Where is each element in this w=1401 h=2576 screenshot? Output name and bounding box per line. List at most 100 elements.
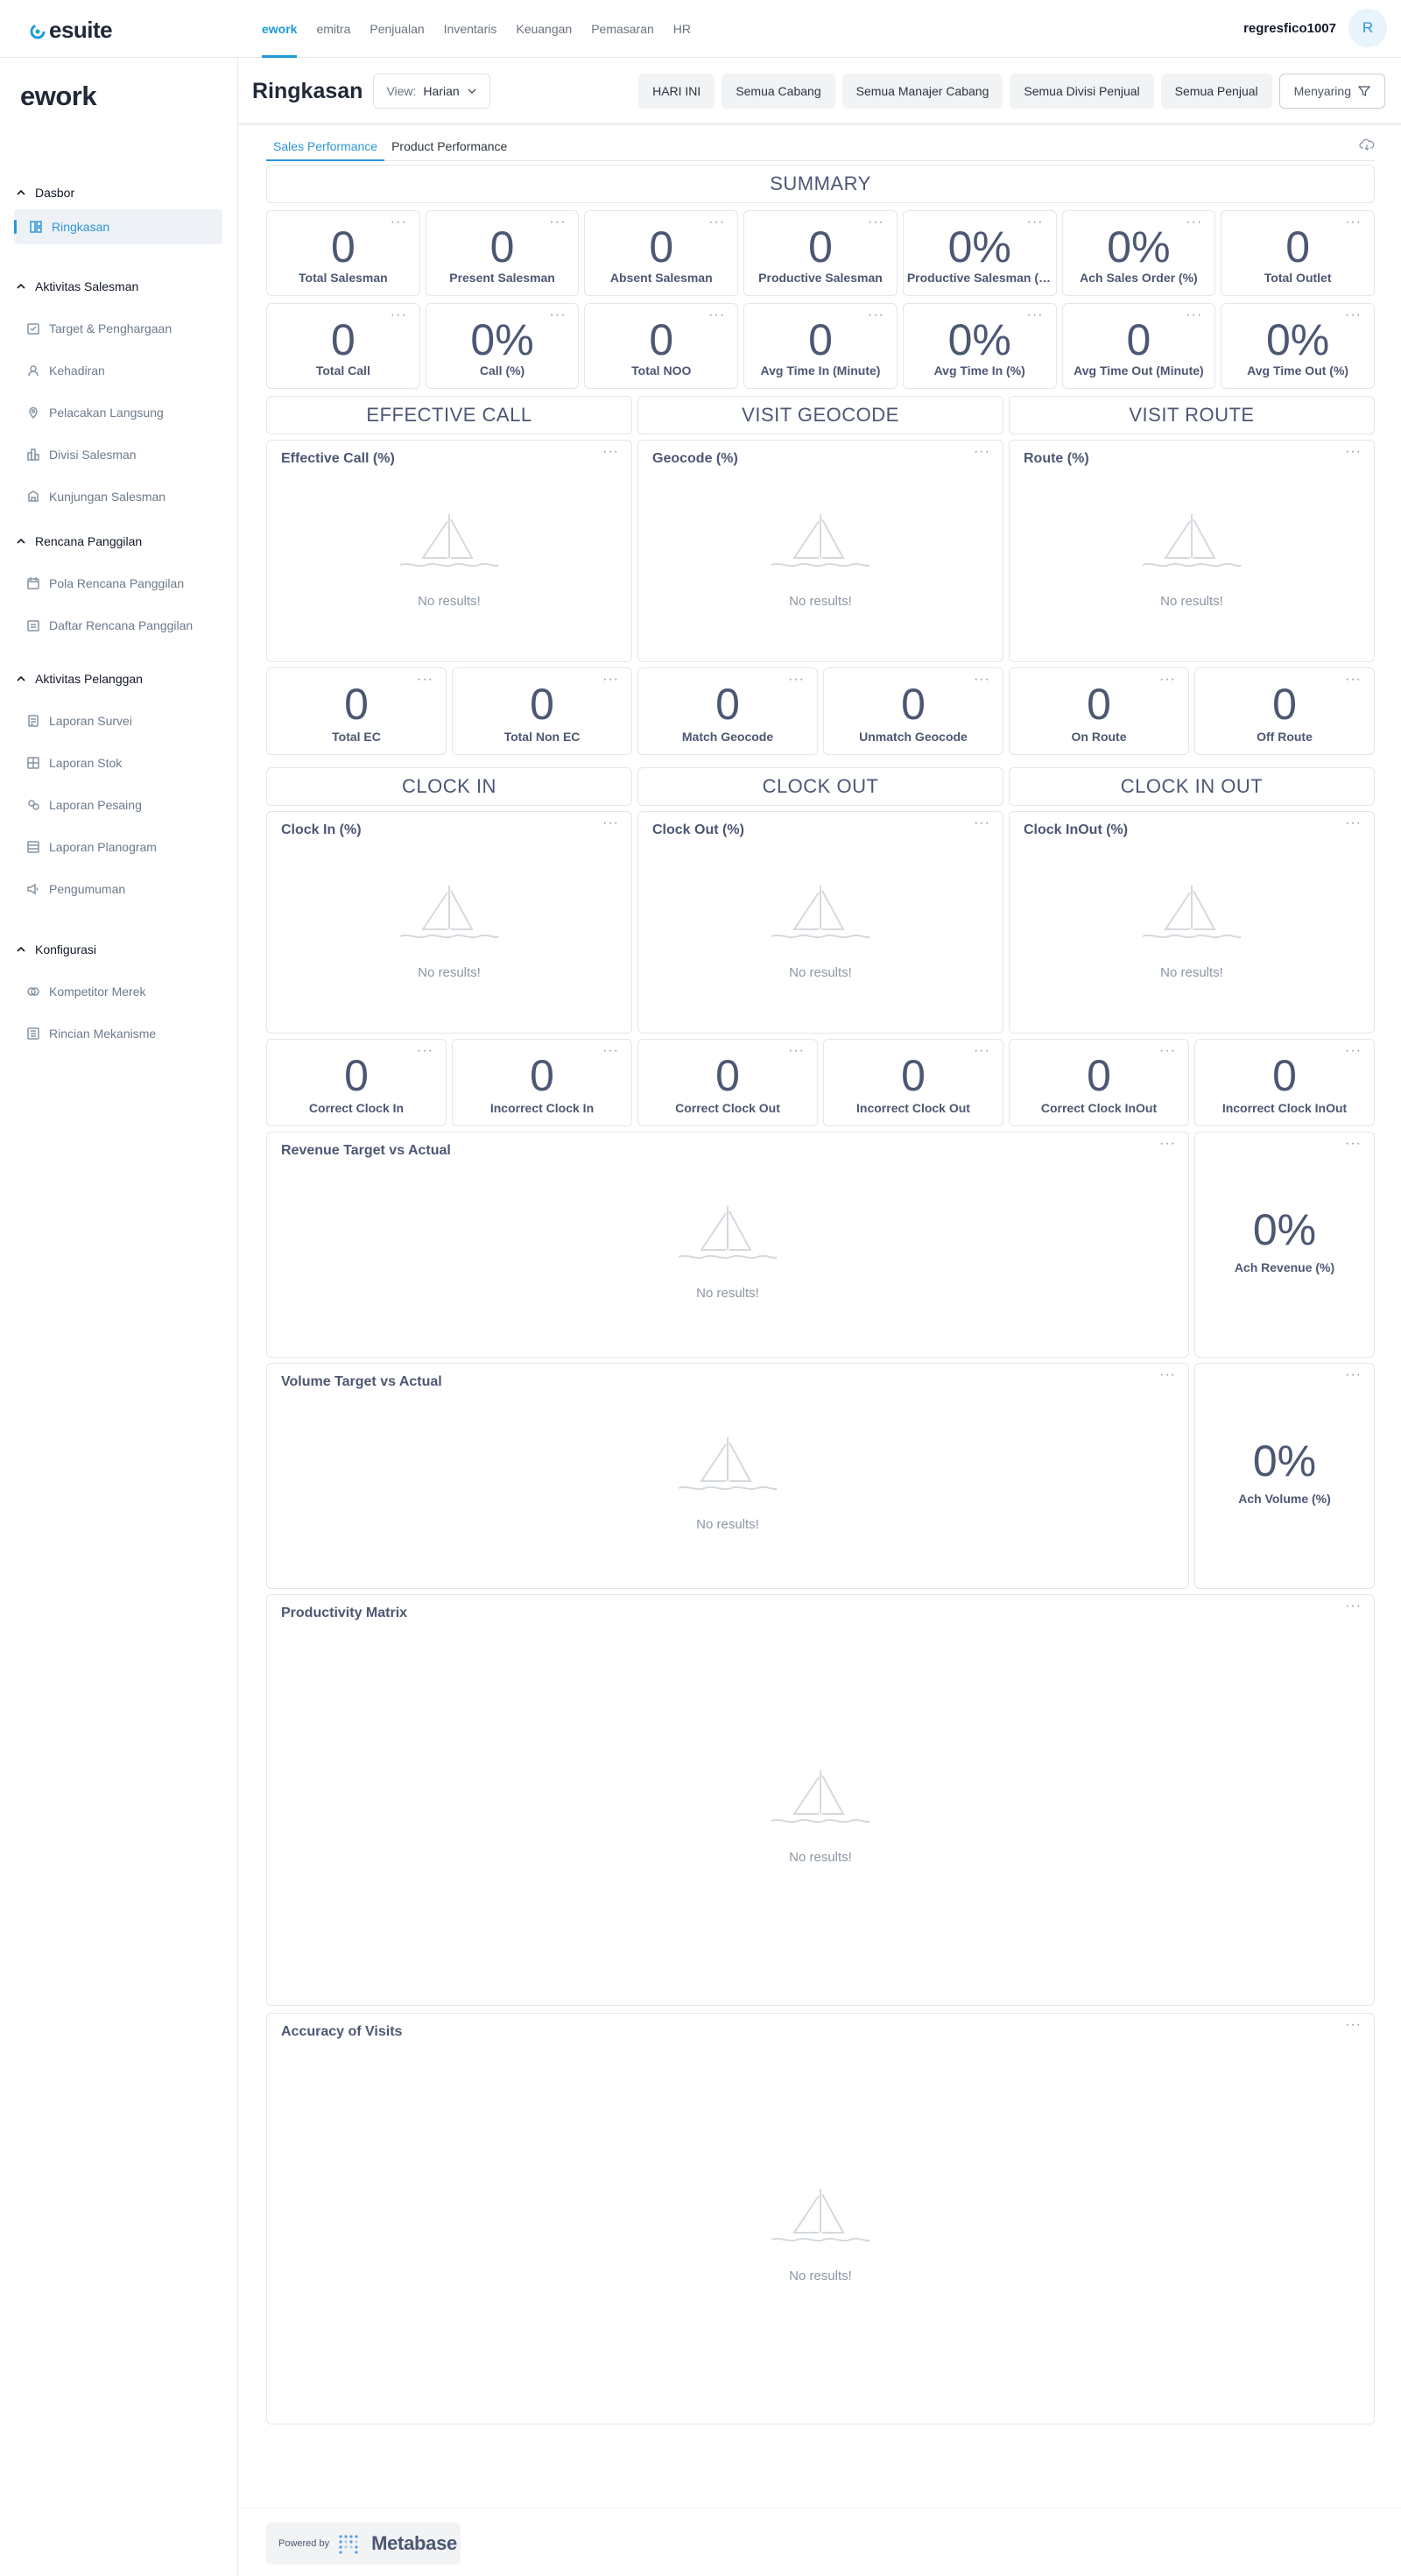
- topnav-item-keuangan[interactable]: Keuangan: [506, 0, 581, 58]
- sailboat-icon: [1142, 514, 1242, 568]
- filter-semua-divisi-penjual[interactable]: Semua Divisi Penjual: [1010, 74, 1154, 109]
- more-options-icon[interactable]: ···: [1159, 1367, 1176, 1383]
- topnav-item-penjualan[interactable]: Penjualan: [360, 0, 433, 58]
- sidebar-item-daftar-rencana-panggilan[interactable]: Daftar Rencana Panggilan: [26, 618, 193, 632]
- sidebar-item-kunjungan-salesman[interactable]: Kunjungan Salesman: [26, 490, 165, 504]
- tab-product-performance[interactable]: Product Performance: [384, 131, 514, 160]
- stat-on-route[interactable]: ··· 0 On Route: [1009, 667, 1189, 755]
- sidebar-item-laporan-planogram[interactable]: Laporan Planogram: [26, 840, 157, 854]
- chart-productivity-matrix[interactable]: ··· Productivity Matrix No results!: [266, 1594, 1375, 2006]
- stat-total-call[interactable]: ··· 0 Total Call: [266, 303, 420, 389]
- view-label: View:: [386, 84, 417, 98]
- sidebar-item-target-penghargaan[interactable]: Target & Penghargaan: [26, 321, 172, 335]
- sidebar-item-rincian-mekanisme[interactable]: Rincian Mekanisme: [26, 1027, 156, 1041]
- chart-clock-inout[interactable]: ··· Clock InOut (%) No results!: [1009, 811, 1375, 1034]
- esuite-logo[interactable]: esuite: [29, 17, 113, 44]
- stat-ach-volume[interactable]: ··· 0% Ach Volume (%): [1194, 1363, 1375, 1589]
- filter-button[interactable]: Menyaring: [1278, 74, 1385, 109]
- stat-incorrect-clock-in[interactable]: ··· 0 Incorrect Clock In: [452, 1039, 632, 1126]
- sidebar-item-kehadiran[interactable]: Kehadiran: [26, 363, 105, 378]
- topnav-item-pemasaran[interactable]: Pemasaran: [581, 0, 664, 58]
- stat-ach-revenue[interactable]: ··· 0% Ach Revenue (%): [1194, 1132, 1375, 1358]
- sailboat-icon: [678, 1206, 778, 1260]
- sidebar-item-label: Laporan Planogram: [49, 840, 157, 854]
- filter-semua-manajer-cabang[interactable]: Semua Manajer Cabang: [841, 74, 1003, 109]
- more-options-icon[interactable]: ···: [1345, 1367, 1362, 1383]
- sidebar-item-pelacakan-langsung[interactable]: Pelacakan Langsung: [26, 406, 164, 420]
- topnav-item-emitra[interactable]: emitra: [306, 0, 360, 58]
- sidebar-item-laporan-stok[interactable]: Laporan Stok: [26, 756, 122, 770]
- sidebar-section-dasbor[interactable]: Dasbor: [16, 186, 74, 200]
- stat-value: 0: [1126, 315, 1151, 364]
- chart-geocode[interactable]: ··· Geocode (%) No results!: [637, 440, 1003, 662]
- filter-hari-ini[interactable]: HARI INI: [638, 74, 715, 109]
- stat-unmatch-geocode[interactable]: ··· 0 Unmatch Geocode: [823, 667, 1003, 755]
- more-options-icon[interactable]: ···: [974, 444, 990, 460]
- stat-absent-salesman[interactable]: ··· 0 Absent Salesman: [584, 210, 739, 296]
- user-menu[interactable]: regresfico1007 R: [1243, 9, 1387, 47]
- more-options-icon[interactable]: ···: [1345, 2017, 1362, 2033]
- sidebar-item-laporan-pesaing[interactable]: Laporan Pesaing: [26, 798, 142, 812]
- more-options-icon[interactable]: ···: [602, 444, 619, 460]
- sidebar-item-pengumuman[interactable]: Pengumuman: [26, 882, 125, 896]
- stat-total-salesman[interactable]: ··· 0 Total Salesman: [266, 210, 420, 296]
- more-options-icon[interactable]: ···: [1345, 444, 1362, 460]
- stat-correct-clock-in[interactable]: ··· 0 Correct Clock In: [266, 1039, 447, 1126]
- view-select[interactable]: View: Harian: [373, 74, 490, 109]
- more-options-icon[interactable]: ···: [974, 815, 990, 831]
- chart-volume-target-vs-actual[interactable]: ··· Volume Target vs Actual No results!: [266, 1363, 1189, 1589]
- sidebar-item-kompetitor-merek[interactable]: Kompetitor Merek: [26, 985, 145, 999]
- chart-revenue-target-vs-actual[interactable]: ··· Revenue Target vs Actual No results!: [266, 1132, 1189, 1358]
- chart-clock-out[interactable]: ··· Clock Out (%) No results!: [637, 811, 1003, 1034]
- chart-clock-in[interactable]: ··· Clock In (%) No results!: [266, 811, 632, 1034]
- stat-avg-time-in[interactable]: ··· 0% Avg Time In (%): [902, 303, 1057, 389]
- tab-sales-performance[interactable]: Sales Performance: [266, 131, 385, 161]
- sidebar-section-aktivitas-salesman[interactable]: Aktivitas Salesman: [16, 279, 138, 293]
- topnav-item-ework[interactable]: ework: [252, 0, 306, 58]
- sidebar-item-pola-rencana-panggilan[interactable]: Pola Rencana Panggilan: [26, 576, 184, 590]
- stat-match-geocode[interactable]: ··· 0 Match Geocode: [637, 667, 818, 755]
- chart-accuracy-of-visits[interactable]: ··· Accuracy of Visits No results!: [266, 2013, 1375, 2424]
- stat-correct-clock-out[interactable]: ··· 0 Correct Clock Out: [637, 1039, 818, 1126]
- chart-route[interactable]: ··· Route (%) No results!: [1009, 440, 1375, 662]
- stat-avg-time-in-minute[interactable]: ··· 0 Avg Time In (Minute): [743, 303, 898, 389]
- stat-incorrect-clock-out[interactable]: ··· 0 Incorrect Clock Out: [823, 1039, 1003, 1126]
- stat-total-outlet[interactable]: ··· 0 Total Outlet: [1221, 210, 1375, 296]
- filter-semua-penjual[interactable]: Semua Penjual: [1160, 74, 1272, 109]
- topnav-item-hr[interactable]: HR: [664, 0, 700, 58]
- more-options-icon[interactable]: ···: [1345, 1599, 1362, 1614]
- stat-total-noo[interactable]: ··· 0 Total NOO: [584, 303, 739, 389]
- stat-label: Productive Salesman: [758, 271, 883, 285]
- stat-total-non-ec[interactable]: ··· 0 Total Non EC: [452, 667, 632, 755]
- sidebar-item-laporan-survei[interactable]: Laporan Survei: [26, 714, 132, 728]
- stat-ach-sales-order[interactable]: ··· 0% Ach Sales Order (%): [1061, 210, 1216, 296]
- avatar[interactable]: R: [1348, 9, 1387, 47]
- sidebar-section-aktivitas-pelanggan[interactable]: Aktivitas Pelanggan: [16, 672, 143, 686]
- topnav-item-inventaris[interactable]: Inventaris: [434, 0, 507, 58]
- more-options-icon[interactable]: ···: [602, 815, 619, 831]
- filter-semua-cabang[interactable]: Semua Cabang: [722, 74, 835, 109]
- powered-by-metabase[interactable]: Powered by Metabase: [266, 2523, 461, 2565]
- sidebar-section-konfigurasi[interactable]: Konfigurasi: [16, 942, 96, 956]
- stat-avg-time-out[interactable]: ··· 0% Avg Time Out (%): [1221, 303, 1375, 389]
- stat-productive-salesman[interactable]: ··· 0% Productive Salesman (%): [902, 210, 1057, 296]
- sidebar-item-divisi-salesman[interactable]: Divisi Salesman: [26, 448, 137, 462]
- stat-productive-salesman[interactable]: ··· 0 Productive Salesman: [743, 210, 898, 296]
- more-options-icon[interactable]: ···: [1345, 815, 1362, 831]
- cloud-download-icon[interactable]: [1359, 137, 1375, 152]
- stat-off-route[interactable]: ··· 0 Off Route: [1194, 667, 1375, 755]
- stat-avg-time-out-minute[interactable]: ··· 0 Avg Time Out (Minute): [1061, 303, 1216, 389]
- chart-effective-call[interactable]: ··· Effective Call (%) No results!: [266, 440, 632, 662]
- stat-call[interactable]: ··· 0% Call (%): [425, 303, 580, 389]
- no-results-text: No results!: [1160, 965, 1223, 980]
- stat-correct-clock-inout[interactable]: ··· 0 Correct Clock InOut: [1009, 1039, 1189, 1126]
- stat-label: Total Non EC: [503, 730, 581, 744]
- stat-total-ec[interactable]: ··· 0 Total EC: [266, 667, 447, 755]
- more-options-icon[interactable]: ···: [1345, 1136, 1362, 1152]
- stat-incorrect-clock-inout[interactable]: ··· 0 Incorrect Clock InOut: [1194, 1039, 1375, 1126]
- stat-present-salesman[interactable]: ··· 0 Present Salesman: [425, 210, 580, 296]
- sidebar-item-ringkasan[interactable]: Ringkasan: [14, 209, 222, 244]
- more-options-icon[interactable]: ···: [1159, 1136, 1176, 1152]
- sailboat-icon: [399, 886, 499, 939]
- sidebar-section-rencana-panggilan[interactable]: Rencana Panggilan: [16, 534, 142, 548]
